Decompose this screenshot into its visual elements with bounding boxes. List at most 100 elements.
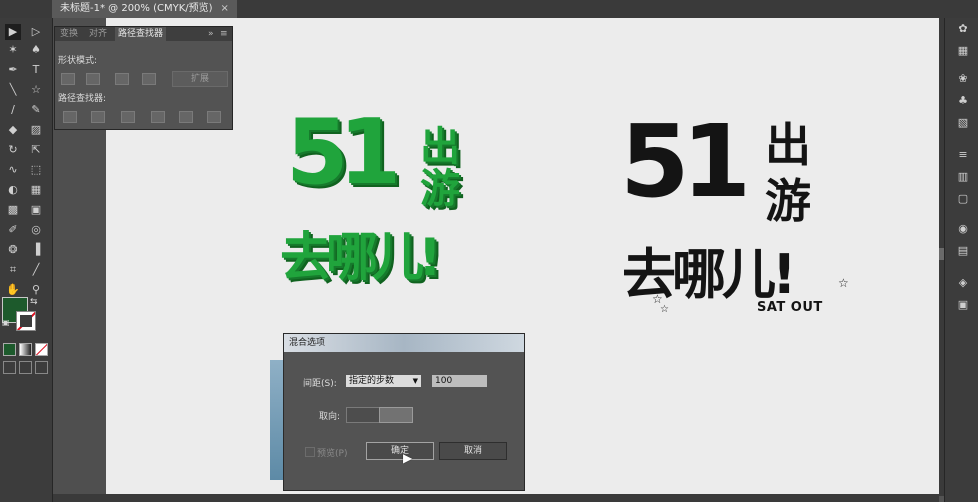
merge-icon[interactable] (121, 111, 135, 123)
toolbox: ▶ ▷ ✶ ♠ ✒ T ╲ ☆ ∕ ✎ ◆ ▨ ↻ ⇱ ∿ ⬚ ◐ ▦ ▩ ▣ … (0, 18, 53, 502)
green-art-51[interactable]: 51 (286, 108, 401, 198)
perspective-grid-tool-icon[interactable]: ▦ (28, 182, 44, 198)
blend-options-dialog: 混合选项 间距(S): 指定的步数 ▼ 100 取向: 预览(P) 确定 取消 ▶ (283, 333, 525, 491)
transparency-panel-icon[interactable]: ▢ (955, 192, 971, 206)
spacing-label: 间距(S): (303, 379, 337, 389)
shape-modes-label: 形状模式: (58, 56, 98, 66)
black-art-chu[interactable]: 出 (765, 122, 811, 168)
dialog-title: 混合选项 (284, 334, 524, 352)
scale-tool-icon[interactable]: ⇱ (28, 142, 44, 158)
pen-tool-icon[interactable]: ✒ (5, 62, 21, 78)
minus-back-icon[interactable] (207, 111, 221, 123)
rotate-tool-icon[interactable]: ↻ (5, 142, 21, 158)
artboard-tool-icon[interactable]: ⌗ (5, 262, 21, 278)
align-panel-icon[interactable]: ▤ (955, 244, 971, 258)
selection-tool-icon[interactable]: ▶ (5, 24, 21, 40)
align-to-path-button[interactable] (379, 407, 413, 423)
tab-transform[interactable]: 变换 (57, 27, 81, 41)
artboards-panel-icon[interactable]: ▣ (955, 298, 971, 312)
default-colors-icon[interactable]: ▣ (2, 318, 10, 327)
graphic-styles-icon[interactable]: ▧ (955, 116, 971, 130)
document-tab[interactable]: 未标题-1* @ 200% (CMYK/预览) × (52, 0, 237, 18)
stroke-panel-icon[interactable]: ≡ (955, 148, 971, 162)
background-photo-strip (270, 360, 284, 480)
sparkle-star-right-icon: ☆ (838, 276, 849, 290)
black-art-you[interactable]: 游 (765, 178, 811, 224)
spacing-select[interactable]: 指定的步数 ▼ (346, 375, 421, 387)
trim-icon[interactable] (91, 111, 105, 123)
collapse-panel-icon[interactable]: » (205, 27, 217, 41)
appearance-panel-icon[interactable]: ◉ (955, 222, 971, 236)
none-mode-icon[interactable] (35, 343, 48, 356)
blob-brush-tool-icon[interactable]: ◆ (5, 122, 21, 138)
crop-icon[interactable] (151, 111, 165, 123)
brushes-panel-icon[interactable]: ❀ (955, 72, 971, 86)
preview-label: 预览(P) (317, 449, 348, 459)
type-tool-icon[interactable]: T (28, 62, 44, 78)
ok-button[interactable]: 确定 (366, 442, 434, 460)
gradient-tool-icon[interactable]: ▣ (28, 202, 44, 218)
eyedropper-tool-icon[interactable]: ✐ (5, 222, 21, 238)
free-transform-tool-icon[interactable]: ⬚ (28, 162, 44, 178)
close-tab-icon[interactable]: × (221, 3, 229, 14)
draw-inside-icon[interactable] (35, 361, 48, 374)
panel-tab-strip: 变换 对齐 路径查找器 » ≡ (55, 27, 232, 41)
mesh-tool-icon[interactable]: ▩ (5, 202, 21, 218)
symbols-panel-icon[interactable]: ♣ (955, 94, 971, 108)
align-to-page-button[interactable] (346, 407, 380, 423)
hand-tool-icon[interactable]: ✋ (5, 282, 21, 298)
lasso-tool-icon[interactable]: ♠ (28, 42, 44, 58)
orientation-label: 取向: (319, 412, 341, 422)
symbol-sprayer-tool-icon[interactable]: ❂ (5, 242, 21, 258)
status-bar (53, 494, 939, 502)
slice-tool-icon[interactable]: ╱ (28, 262, 44, 278)
gradient-mode-icon[interactable] (19, 343, 32, 356)
preview-checkbox[interactable] (305, 447, 315, 457)
shape-builder-tool-icon[interactable]: ◐ (5, 182, 21, 198)
magic-wand-tool-icon[interactable]: ✶ (5, 42, 21, 58)
green-art-qu-nar[interactable]: 去哪儿! (280, 232, 442, 284)
tab-pathfinder[interactable]: 路径查找器 (115, 27, 167, 41)
color-guide-icon[interactable]: ✿ (955, 22, 971, 36)
swatches-panel-icon[interactable]: ▦ (955, 44, 971, 58)
draw-behind-icon[interactable] (19, 361, 32, 374)
star-tool-icon[interactable]: ☆ (28, 82, 44, 98)
chevron-down-icon: ▼ (412, 377, 418, 385)
spacing-select-value: 指定的步数 (349, 376, 395, 386)
sparkle-star-small-icon: ☆ (660, 304, 669, 315)
intersect-icon[interactable] (115, 73, 129, 85)
tab-align[interactable]: 对齐 (86, 27, 110, 41)
cancel-button[interactable]: 取消 (439, 442, 507, 460)
outline-icon[interactable] (179, 111, 193, 123)
expand-button[interactable]: 扩展 (172, 71, 228, 87)
document-tab-title: 未标题-1* @ 200% (CMYK/预览) (60, 3, 213, 14)
line-tool-icon[interactable]: ╲ (5, 82, 21, 98)
black-art-qu-nar[interactable]: 去哪儿! (622, 248, 797, 302)
swap-colors-icon[interactable]: ⇆ (30, 297, 38, 307)
zoom-tool-icon[interactable]: ⚲ (28, 282, 44, 298)
column-graph-tool-icon[interactable]: ▐ (28, 242, 44, 258)
unite-icon[interactable] (61, 73, 75, 85)
exclude-icon[interactable] (142, 73, 156, 85)
blend-tool-icon[interactable]: ◎ (28, 222, 44, 238)
warp-tool-icon[interactable]: ∿ (5, 162, 21, 178)
pathfinders-label: 路径查找器: (58, 94, 107, 104)
draw-normal-icon[interactable] (3, 361, 16, 374)
pencil-tool-icon[interactable]: ✎ (28, 102, 44, 118)
panel-menu-icon[interactable]: ≡ (217, 27, 231, 41)
eraser-tool-icon[interactable]: ▨ (28, 122, 44, 138)
divide-icon[interactable] (63, 111, 77, 123)
black-art-slogan[interactable]: SAT OUT (757, 300, 823, 315)
minus-front-icon[interactable] (86, 73, 100, 85)
layers-panel-icon[interactable]: ◈ (955, 276, 971, 290)
pathfinder-panel: 变换 对齐 路径查找器 » ≡ 形状模式: 扩展 路径查找器: (54, 26, 233, 130)
green-art-chu-you[interactable]: 出游 (420, 126, 468, 210)
paintbrush-tool-icon[interactable]: ∕ (5, 102, 21, 118)
gradient-panel-icon[interactable]: ▥ (955, 170, 971, 184)
right-panel-dock: ✿ ▦ ❀ ♣ ▧ ≡ ▥ ▢ ◉ ▤ ◈ ▣ (944, 18, 978, 502)
black-art-51[interactable]: 51 (620, 112, 751, 212)
direct-selection-tool-icon[interactable]: ▷ (28, 24, 44, 40)
color-mode-icon[interactable] (3, 343, 16, 356)
steps-input[interactable]: 100 (432, 375, 487, 387)
stroke-color-swatch[interactable] (16, 311, 36, 331)
